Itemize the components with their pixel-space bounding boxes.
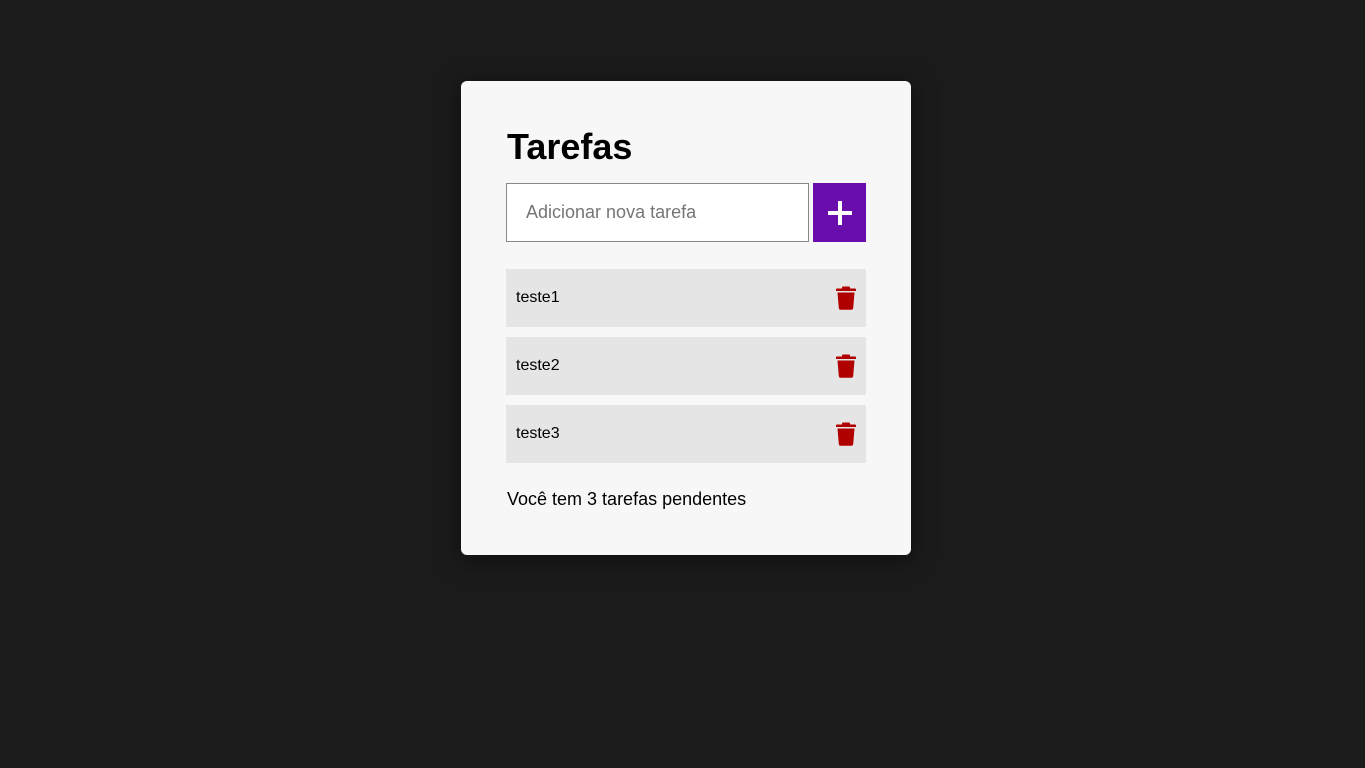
- plus-icon: [827, 200, 852, 225]
- new-task-input[interactable]: [506, 183, 809, 242]
- pending-count-text: Você tem 3 tarefas pendentes: [507, 489, 747, 509]
- trash-icon: [836, 286, 856, 310]
- add-task-button[interactable]: [813, 183, 866, 242]
- trash-icon: [836, 354, 856, 378]
- task-list: teste1 teste2 teste3: [506, 269, 866, 473]
- add-task-row: [506, 183, 866, 242]
- trash-icon: [836, 422, 856, 446]
- delete-task-button[interactable]: [835, 285, 857, 311]
- delete-task-button[interactable]: [835, 353, 857, 379]
- todo-card: Tarefas teste1 teste2: [461, 81, 911, 555]
- page-title: Tarefas: [507, 126, 633, 167]
- task-label: teste3: [516, 425, 560, 442]
- task-item: teste1: [506, 269, 866, 327]
- task-label: teste1: [516, 289, 560, 306]
- task-item: teste3: [506, 405, 866, 463]
- delete-task-button[interactable]: [835, 421, 857, 447]
- task-label: teste2: [516, 357, 560, 374]
- task-item: teste2: [506, 337, 866, 395]
